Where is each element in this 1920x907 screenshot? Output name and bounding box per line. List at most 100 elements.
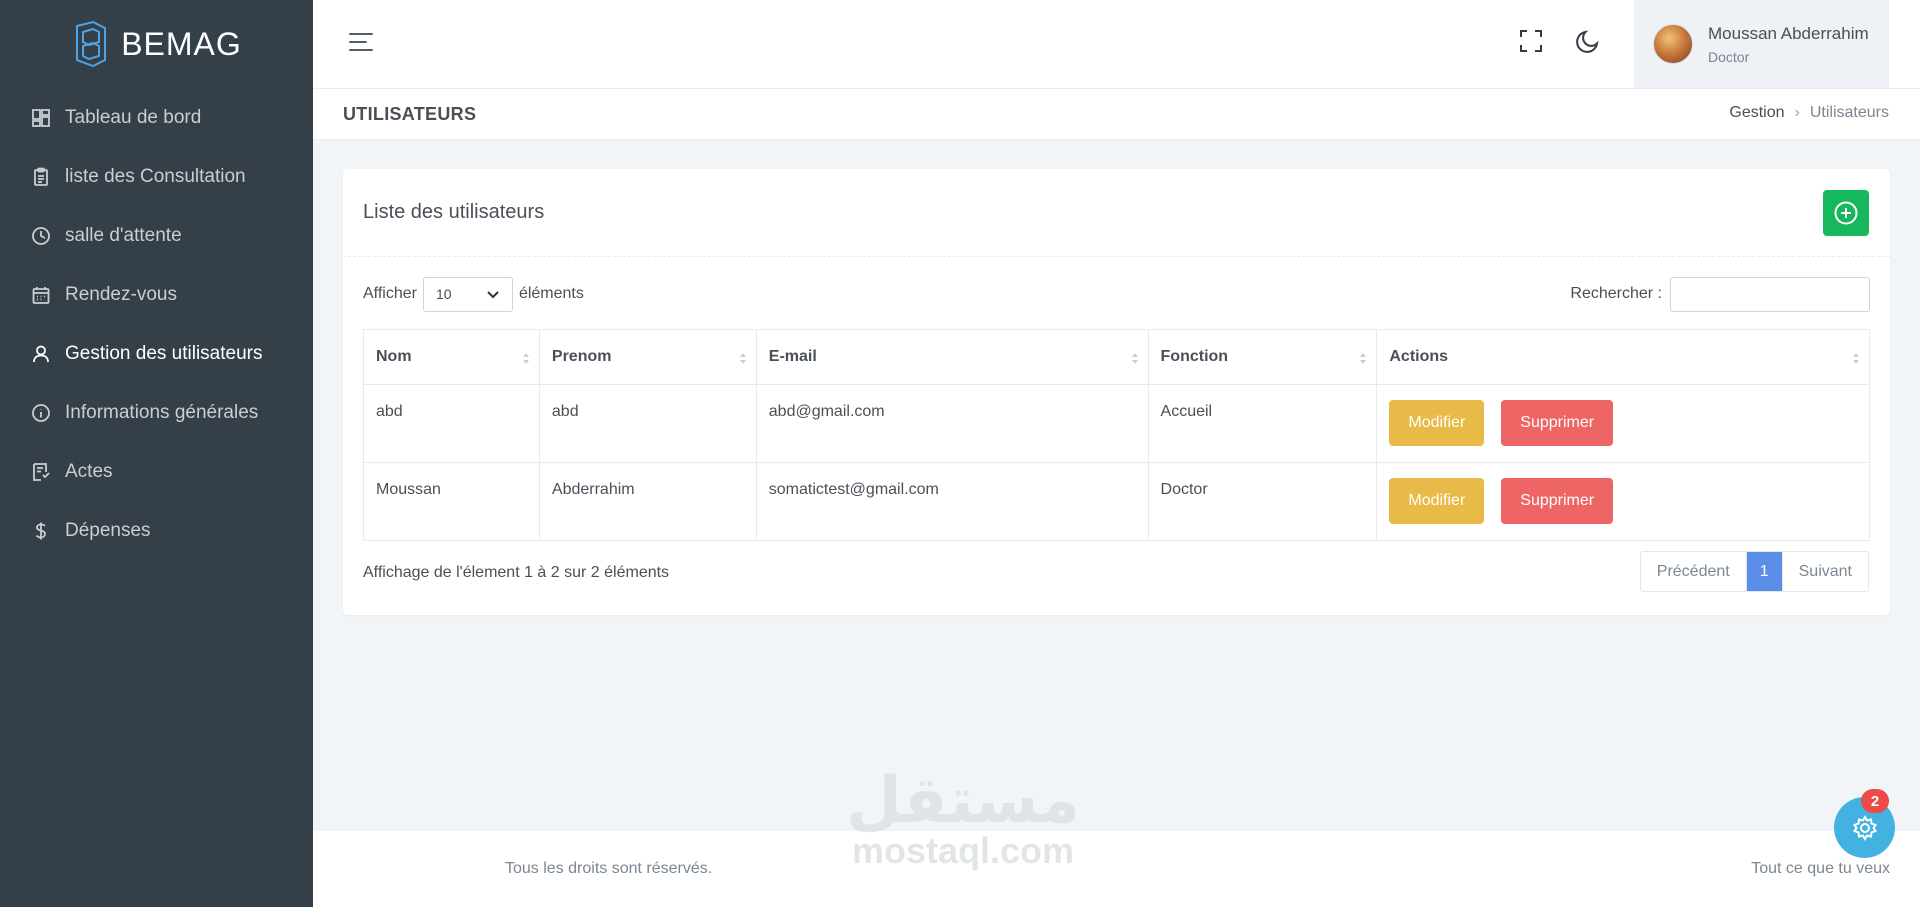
- delete-button[interactable]: Supprimer: [1501, 478, 1614, 524]
- user-menu[interactable]: Moussan Abderrahim Doctor: [1634, 0, 1889, 88]
- brand-logo-icon: [76, 20, 107, 68]
- sidebar-item-label: Dépenses: [65, 519, 151, 541]
- user-name: Moussan Abderrahim: [1708, 23, 1869, 43]
- brand[interactable]: BEMAG: [0, 0, 313, 88]
- clock-icon: [30, 225, 52, 247]
- cell-actions: Modifier Supprimer: [1376, 462, 1870, 541]
- pagination-previous[interactable]: Précédent: [1641, 552, 1747, 591]
- sort-icon: [1360, 353, 1367, 365]
- cell-fonction: Doctor: [1147, 462, 1378, 541]
- edit-button[interactable]: Modifier: [1389, 400, 1485, 446]
- cell-nom: Moussan: [363, 462, 540, 541]
- cell-fonction: Accueil: [1147, 384, 1378, 463]
- user-icon: [30, 343, 52, 365]
- sidebar-item-label: Informations générales: [65, 401, 259, 423]
- card-header: Liste des utilisateurs: [343, 169, 1890, 257]
- table-header-row: Nom Prenom E-mail Fonction Actions: [363, 329, 1870, 385]
- fullscreen-icon[interactable]: [1518, 28, 1546, 56]
- sidebar-item-dashboard[interactable]: Tableau de bord: [0, 88, 313, 147]
- sidebar-item-appointments[interactable]: Rendez-vous: [0, 265, 313, 324]
- watermark-arabic: مستقل: [845, 764, 1081, 838]
- page-size-select[interactable]: 10: [422, 276, 513, 312]
- show-label: Afficher: [363, 285, 417, 302]
- table-row: abd abd abd@gmail.com Accueil Modifier Su…: [363, 384, 1870, 463]
- sidebar-item-expenses[interactable]: Dépenses: [0, 501, 313, 560]
- delete-button[interactable]: Supprimer: [1501, 400, 1614, 446]
- sidebar-item-label: Tableau de bord: [65, 106, 202, 128]
- dollar-icon: [30, 520, 52, 542]
- table-row: Moussan Abderrahim somatictest@gmail.com…: [363, 462, 1870, 541]
- sort-icon: [739, 353, 746, 365]
- sidebar-item-label: Rendez-vous: [65, 283, 177, 305]
- users-table: Nom Prenom E-mail Fonction Actions abd a…: [363, 329, 1870, 541]
- cell-actions: Modifier Supprimer: [1376, 384, 1870, 463]
- pagination-page[interactable]: 1: [1746, 552, 1782, 591]
- sort-icon: [1853, 353, 1859, 365]
- add-user-button[interactable]: [1823, 190, 1869, 236]
- column-header-email[interactable]: E-mail: [755, 329, 1149, 385]
- footer-tagline: Tout ce que tu veux: [1751, 860, 1890, 877]
- page-title: UTILISATEURS: [343, 104, 477, 124]
- sidebar-nav: Tableau de bord liste des Consultation s…: [0, 88, 313, 560]
- dashboard-icon: [30, 107, 52, 129]
- pagination-next[interactable]: Suivant: [1781, 552, 1868, 591]
- sidebar: BEMAG Tableau de bord liste des Consulta…: [0, 0, 313, 907]
- avatar: [1653, 24, 1693, 64]
- clipboard-icon: [30, 166, 52, 188]
- column-label: Actions: [1389, 348, 1449, 365]
- elements-label: éléments: [518, 285, 584, 302]
- info-icon: [30, 402, 52, 424]
- column-header-nom[interactable]: Nom: [363, 329, 540, 385]
- calendar-icon: [30, 284, 52, 306]
- cell-nom: abd: [363, 384, 540, 463]
- notification-badge: 2: [1861, 789, 1889, 813]
- gear-icon: [1852, 814, 1877, 841]
- cell-prenom: abd: [538, 384, 757, 463]
- page-title-bar: UTILISATEURS Gestion › Utilisateurs: [313, 88, 1920, 139]
- column-header-fonction[interactable]: Fonction: [1147, 329, 1378, 385]
- search-control: Rechercher :: [1570, 276, 1870, 312]
- card-title: Liste des utilisateurs: [363, 201, 545, 223]
- search-label: Rechercher :: [1570, 285, 1662, 302]
- menu-toggle-icon[interactable]: [349, 33, 377, 55]
- watermark-latin: mostaql.com: [851, 830, 1075, 871]
- cell-email: abd@gmail.com: [755, 384, 1149, 463]
- table-info: Affichage de l'élement 1 à 2 sur 2 éléme…: [363, 564, 670, 581]
- sidebar-item-label: Gestion des utilisateurs: [65, 342, 263, 364]
- brand-name: BEMAG: [121, 25, 242, 62]
- footer-copyright: Tous les droits sont réservés.: [505, 860, 713, 877]
- page-size-value: 10: [435, 286, 452, 302]
- sidebar-item-waiting-room[interactable]: salle d'attente: [0, 206, 313, 265]
- document-icon: [30, 461, 52, 483]
- sidebar-item-acts[interactable]: Actes: [0, 442, 313, 501]
- breadcrumb-item-current: Utilisateurs: [1809, 104, 1889, 121]
- column-label: E-mail: [768, 348, 817, 365]
- column-header-prenom[interactable]: Prenom: [538, 329, 757, 385]
- column-label: Fonction: [1160, 348, 1229, 365]
- sidebar-item-consultations[interactable]: liste des Consultation: [0, 147, 313, 206]
- users-card: Liste des utilisateurs Afficher 10 éléme…: [343, 169, 1890, 615]
- breadcrumb-separator-icon: ›: [1794, 104, 1800, 121]
- sidebar-item-label: liste des Consultation: [65, 165, 246, 187]
- column-label: Prenom: [551, 348, 612, 365]
- search-input[interactable]: [1670, 276, 1870, 312]
- sort-icon: [522, 353, 529, 365]
- pagination: Précédent 1 Suivant: [1639, 551, 1869, 592]
- edit-button[interactable]: Modifier: [1389, 478, 1485, 524]
- plus-circle-icon: [1834, 201, 1858, 225]
- dark-mode-moon-icon[interactable]: [1575, 28, 1603, 56]
- column-header-actions[interactable]: Actions: [1376, 329, 1870, 385]
- sort-icon: [1131, 353, 1138, 365]
- top-bar: Moussan Abderrahim Doctor: [313, 0, 1920, 88]
- sidebar-item-users[interactable]: Gestion des utilisateurs: [0, 324, 313, 383]
- footer: Tous les droits sont réservés. Tout ce q…: [313, 831, 1920, 907]
- breadcrumb-item-gestion[interactable]: Gestion: [1729, 104, 1784, 122]
- sidebar-item-label: Actes: [65, 460, 113, 482]
- sidebar-item-label: salle d'attente: [65, 224, 182, 246]
- watermark: مستقل mostaql.com: [843, 764, 1083, 871]
- user-role: Doctor: [1708, 48, 1750, 65]
- column-label: Nom: [376, 348, 412, 365]
- table-controls: Afficher 10 éléments Rechercher :: [363, 276, 1870, 312]
- sidebar-item-general-info[interactable]: Informations générales: [0, 383, 313, 442]
- cell-email: somatictest@gmail.com: [755, 462, 1149, 541]
